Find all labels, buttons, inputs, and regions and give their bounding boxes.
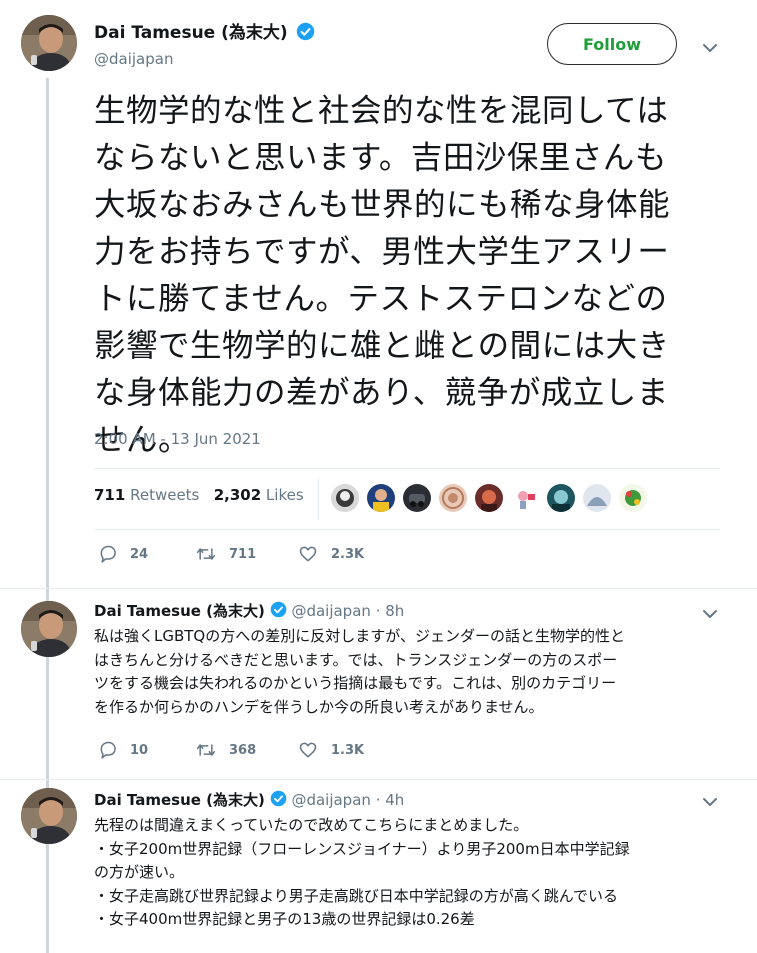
reply-action[interactable]: 10 <box>98 740 148 760</box>
chevron-down-icon[interactable] <box>698 602 722 626</box>
follow-button[interactable]: Follow <box>547 23 677 65</box>
reply-action[interactable]: 24 <box>98 544 148 564</box>
tweet-time[interactable]: · 8h <box>376 602 405 620</box>
like-action[interactable]: 2.3K <box>297 544 364 564</box>
author-handle[interactable]: @daijapan <box>291 602 370 620</box>
liker-avatar[interactable] <box>367 484 395 512</box>
verified-badge-icon <box>270 601 287 622</box>
chevron-down-icon[interactable] <box>698 790 722 814</box>
heart-icon <box>299 546 317 562</box>
reply-icon <box>100 545 116 563</box>
author-name[interactable]: Dai Tamesue (為末大) <box>94 602 265 620</box>
liker-avatar[interactable] <box>583 484 611 512</box>
retweets-label: Retweets <box>130 486 200 504</box>
divider <box>94 529 720 530</box>
retweet-icon <box>196 744 216 756</box>
liker-avatar[interactable] <box>475 484 503 512</box>
like-count: 1.3K <box>331 742 365 758</box>
likes-stat[interactable]: 2,302 Likes <box>214 486 304 504</box>
avatar[interactable] <box>21 788 77 844</box>
heart-icon <box>299 742 317 758</box>
likes-label: Likes <box>265 486 304 504</box>
reply-count: 24 <box>130 546 149 562</box>
retweet-count: 711 <box>229 546 257 562</box>
reply-header: Dai Tamesue (為末大) @daijapan · 4h <box>94 789 404 811</box>
author-block: Dai Tamesue (為末大) <box>94 18 315 45</box>
tweet-text: 生物学的な性と社会的な性を混同しては ならないと思います。吉田沙保里さんも 大坂… <box>94 93 671 458</box>
author-name[interactable]: Dai Tamesue (為末大) <box>94 23 288 43</box>
stats-separator <box>318 478 319 520</box>
reply-count: 10 <box>130 742 149 758</box>
avatar[interactable] <box>21 15 77 71</box>
verified-badge-icon <box>270 790 287 811</box>
tweet-time[interactable]: · 4h <box>376 791 405 809</box>
tweet-stats: 711 Retweets 2,302 Likes <box>94 486 304 504</box>
author-name[interactable]: Dai Tamesue (為末大) <box>94 791 265 809</box>
retweet-icon <box>196 548 216 560</box>
reply-header: Dai Tamesue (為末大) @daijapan · 8h <box>94 600 404 622</box>
author-handle[interactable]: @daijapan <box>291 791 370 809</box>
reply-icon <box>100 741 116 759</box>
liker-avatar[interactable] <box>331 484 359 512</box>
retweet-count: 368 <box>229 742 257 758</box>
tweet-timestamp[interactable]: 2:00 AM - 13 Jun 2021 <box>94 430 261 448</box>
chevron-down-icon[interactable] <box>698 36 722 60</box>
verified-badge-icon <box>296 22 315 45</box>
like-action[interactable]: 1.3K <box>297 740 364 760</box>
divider <box>0 588 757 589</box>
liker-avatar[interactable] <box>439 484 467 512</box>
avatar[interactable] <box>21 601 77 657</box>
liker-avatar[interactable] <box>547 484 575 512</box>
liker-avatar[interactable] <box>511 484 539 512</box>
divider <box>94 468 720 469</box>
divider <box>0 779 757 780</box>
retweet-action[interactable]: 368 <box>195 740 256 760</box>
liker-avatar[interactable] <box>403 484 431 512</box>
reply-text: 私は強くLGBTQの方への差別に反対しますが、ジェンダーの話と生物学的性と はき… <box>94 627 625 716</box>
likes-count: 2,302 <box>213 486 262 504</box>
author-handle[interactable]: @daijapan <box>94 50 173 68</box>
liker-avatar[interactable] <box>619 484 647 512</box>
like-count: 2.3K <box>331 546 365 562</box>
retweets-stat[interactable]: 711 Retweets <box>94 486 199 504</box>
retweet-action[interactable]: 711 <box>195 544 256 564</box>
reply-text: 先程のは間違えまくっていたので改めてこちらにまとめました。 ・女子200m世界記… <box>94 816 630 928</box>
retweets-count: 711 <box>94 486 126 504</box>
